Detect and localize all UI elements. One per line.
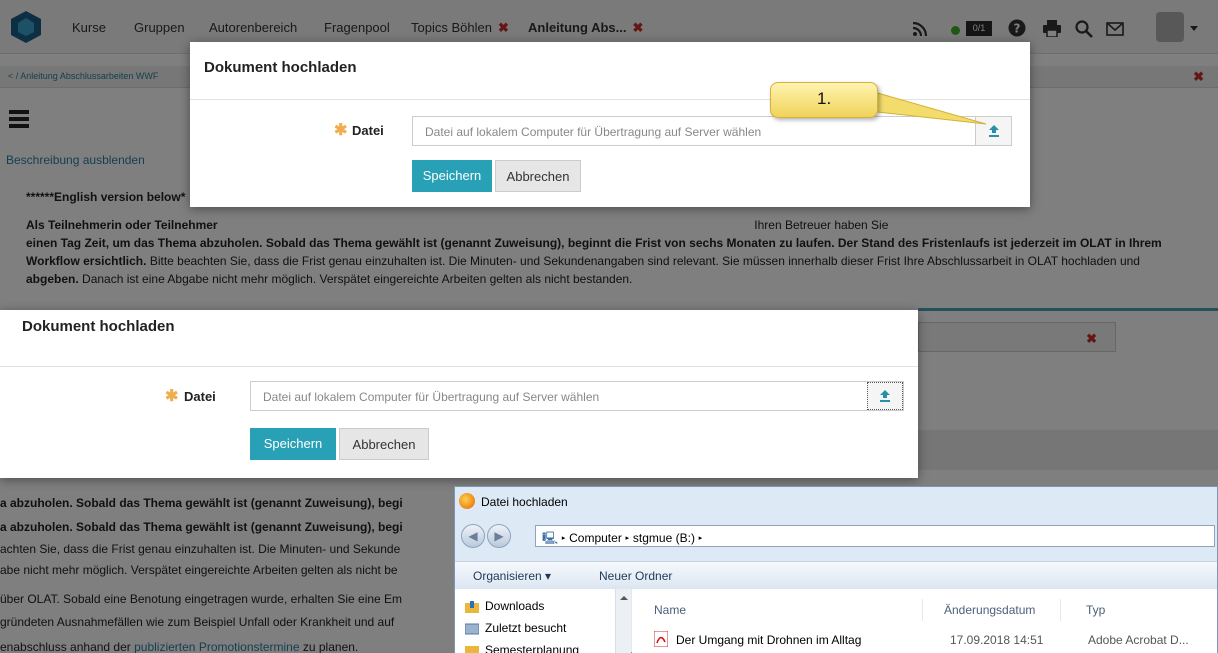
path-segment[interactable]: stgmue (B:): [633, 531, 695, 545]
file-type: Adobe Acrobat D...: [1088, 633, 1189, 647]
navigation-buttons: ◀ ▶: [461, 524, 513, 548]
file-input-placeholder: Datei auf lokalem Computer für Übertragu…: [263, 390, 600, 404]
back-icon[interactable]: ◀: [461, 524, 485, 548]
nav-item-semesterplanung[interactable]: Semesterplanung: [485, 643, 605, 653]
path-segment[interactable]: Computer: [569, 531, 622, 545]
upload-dialog-bottom: Dokument hochladen ✱ Datei Datei auf lok…: [0, 310, 918, 478]
save-button[interactable]: Speichern: [412, 160, 492, 192]
recent-places-icon: [465, 623, 479, 635]
file-input-placeholder: Datei auf lokalem Computer für Übertragu…: [425, 125, 762, 139]
dialog-toolbar: Organisieren ▾ Neuer Ordner: [455, 561, 1217, 589]
cancel-button[interactable]: Abbrechen: [495, 160, 581, 192]
scroll-up-icon[interactable]: [617, 593, 631, 603]
forward-icon[interactable]: ▶: [487, 524, 511, 548]
step-callout: 1.: [770, 82, 878, 118]
file-label: Datei: [184, 389, 216, 404]
organize-menu[interactable]: Organisieren ▾: [473, 569, 551, 583]
divider: [0, 366, 918, 367]
address-bar[interactable]: 🖳 ▸ Computer ▸ stgmue (B:) ▸: [535, 525, 1215, 547]
scrollbar[interactable]: [615, 589, 631, 653]
downloads-folder-icon: [465, 601, 479, 613]
file-date: 17.09.2018 14:51: [950, 633, 1044, 647]
column-divider: [1060, 599, 1061, 621]
column-header-name[interactable]: Name: [654, 603, 686, 617]
nav-item-downloads[interactable]: Downloads: [485, 599, 544, 613]
dialog-title: Datei hochladen: [481, 495, 568, 509]
required-icon: ✱: [165, 388, 179, 405]
upload-icon[interactable]: [867, 382, 903, 410]
firefox-icon: [459, 493, 475, 509]
required-icon: ✱: [334, 122, 348, 139]
column-header-date[interactable]: Änderungsdatum: [944, 603, 1035, 617]
modal-title: Dokument hochladen: [204, 59, 357, 76]
file-list: Name Änderungsdatum Typ Der Umgang mit D…: [632, 589, 1217, 653]
new-folder-button[interactable]: Neuer Ordner: [599, 569, 672, 583]
cancel-button[interactable]: Abbrechen: [339, 428, 429, 460]
column-header-type[interactable]: Typ: [1086, 603, 1105, 617]
save-button[interactable]: Speichern: [250, 428, 336, 460]
modal-title: Dokument hochladen: [22, 318, 175, 335]
divider: [190, 99, 1030, 100]
nav-item-recent[interactable]: Zuletzt besucht: [485, 621, 566, 635]
navigation-pane: Downloads Zuletzt besucht Semesterplanun…: [455, 589, 631, 653]
file-input[interactable]: Datei auf lokalem Computer für Übertragu…: [250, 381, 904, 411]
folder-icon: [465, 646, 479, 653]
computer-icon: 🖳: [542, 531, 559, 545]
upload-dialog-top: Dokument hochladen ✱ Datei Datei auf lok…: [190, 42, 1030, 207]
file-upload-dialog: Datei hochladen ◀ ▶ 🖳 ▸ Computer ▸ stgmue…: [454, 486, 1218, 653]
file-input[interactable]: Datei auf lokalem Computer für Übertragu…: [412, 116, 1012, 146]
file-label: Datei: [352, 123, 384, 138]
file-name[interactable]: Der Umgang mit Drohnen im Alltag: [676, 633, 861, 647]
pdf-file-icon: [654, 631, 668, 647]
upload-icon[interactable]: [975, 117, 1011, 145]
column-divider: [922, 599, 923, 621]
step-number: 1.: [817, 89, 832, 108]
